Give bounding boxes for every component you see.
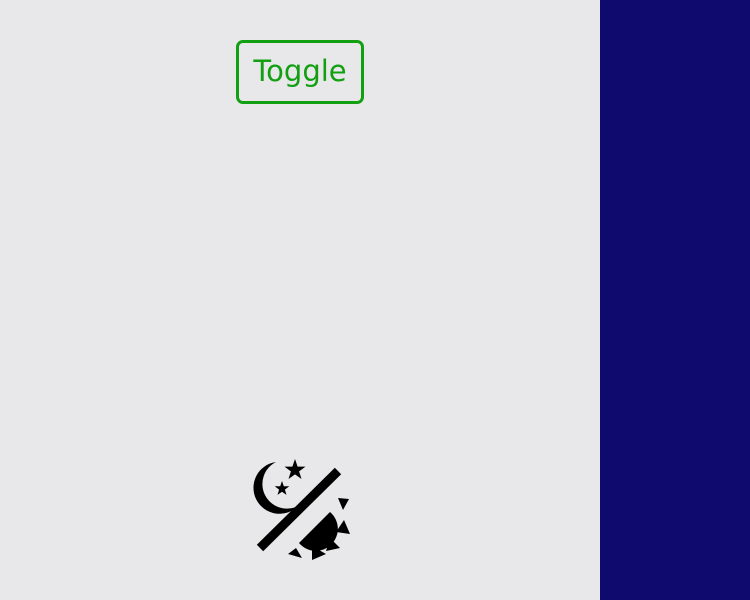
day-night-theme-icon[interactable] [248,458,352,562]
main-panel: Toggle [0,0,600,600]
side-panel [600,0,750,600]
toggle-button[interactable]: Toggle [236,40,364,104]
